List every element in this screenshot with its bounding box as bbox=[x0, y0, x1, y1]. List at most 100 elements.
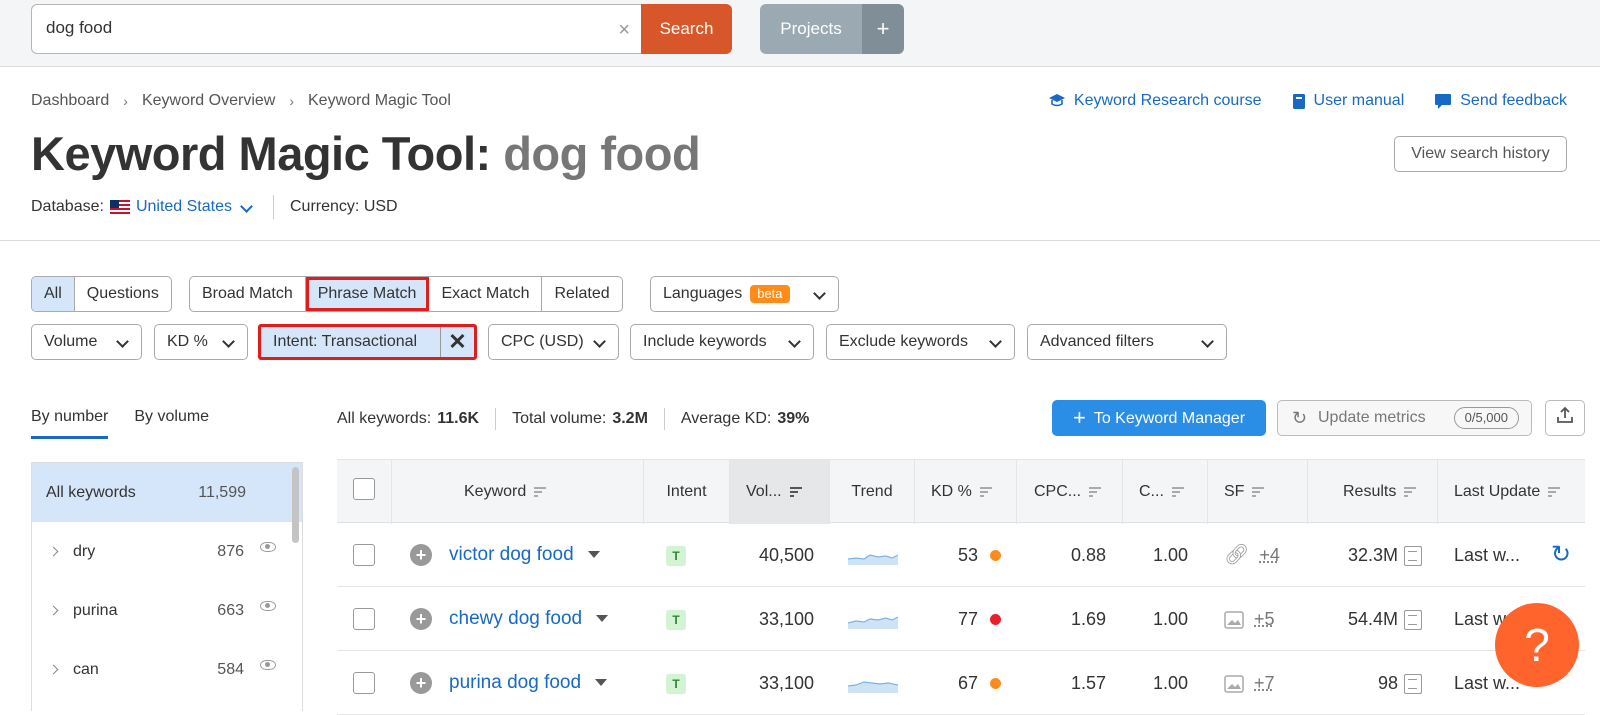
to-keyword-manager-button[interactable]: + To Keyword Manager bbox=[1052, 400, 1266, 436]
tab-all[interactable]: All bbox=[32, 277, 75, 311]
column-competition[interactable]: C... bbox=[1123, 460, 1208, 524]
column-intent: Intent bbox=[644, 460, 730, 524]
refresh-icon[interactable]: ↻ bbox=[1551, 523, 1571, 587]
eye-icon[interactable] bbox=[260, 542, 276, 552]
column-sf[interactable]: SF bbox=[1208, 460, 1308, 524]
serp-icon[interactable] bbox=[1404, 673, 1422, 694]
chevron-right-icon[interactable] bbox=[48, 605, 59, 616]
speech-bubble-icon bbox=[1435, 93, 1452, 109]
sf-more-link[interactable]: +7 bbox=[1254, 673, 1275, 693]
image-icon bbox=[1224, 611, 1244, 629]
search-button[interactable]: Search bbox=[641, 4, 732, 54]
cpc-cell: 0.88 bbox=[1070, 544, 1106, 565]
group-all-keywords[interactable]: All keywords 11,599 bbox=[32, 463, 302, 522]
row-checkbox[interactable] bbox=[353, 671, 375, 694]
cpc-cell: 1.57 bbox=[1070, 672, 1106, 693]
sort-icon[interactable] bbox=[1171, 485, 1184, 499]
database-selector[interactable]: United States bbox=[136, 198, 253, 216]
eye-icon[interactable] bbox=[260, 660, 276, 670]
chevron-right-icon[interactable] bbox=[48, 664, 59, 675]
view-search-history-button[interactable]: View search history bbox=[1394, 136, 1567, 172]
table-header: Keyword Intent Vol... Trend KD % CPC... … bbox=[337, 459, 1585, 524]
update-metrics-button[interactable]: ↻ Update metrics 0/5,000 bbox=[1277, 400, 1532, 436]
caret-down-icon[interactable] bbox=[596, 614, 609, 622]
kd-indicator bbox=[990, 678, 1001, 690]
kd-filter[interactable]: KD % bbox=[154, 324, 248, 360]
select-all-cell bbox=[337, 460, 392, 524]
group-item[interactable]: can 584 bbox=[32, 640, 302, 699]
caret-down-icon[interactable] bbox=[595, 678, 608, 686]
tab-related[interactable]: Related bbox=[542, 277, 621, 311]
keyword-link[interactable]: purina dog food bbox=[449, 651, 608, 715]
serp-icon[interactable] bbox=[1404, 609, 1422, 630]
column-last-update[interactable]: Last Update bbox=[1438, 460, 1585, 524]
languages-dropdown[interactable]: Languages beta bbox=[650, 276, 839, 312]
sort-icon[interactable] bbox=[1404, 485, 1417, 499]
exclude-keywords-filter[interactable]: Exclude keywords bbox=[826, 324, 1015, 360]
chevron-down-icon bbox=[813, 287, 826, 300]
caret-down-icon[interactable] bbox=[587, 550, 600, 558]
serp-icon[interactable] bbox=[1404, 545, 1422, 566]
projects-button[interactable]: Projects bbox=[760, 4, 862, 54]
breadcrumb-dashboard[interactable]: Dashboard bbox=[31, 92, 109, 110]
keyword-text: chewy dog food bbox=[449, 607, 583, 629]
intent-filter[interactable]: Intent: Transactional ✕ bbox=[258, 324, 477, 360]
tab-by-number[interactable]: By number bbox=[31, 408, 109, 439]
user-manual-link[interactable]: User manual bbox=[1292, 92, 1404, 110]
page-title: Keyword Magic Tool: dog food bbox=[31, 126, 701, 181]
add-to-list-icon[interactable]: + bbox=[410, 543, 432, 566]
row-checkbox[interactable] bbox=[353, 607, 375, 630]
column-results[interactable]: Results bbox=[1308, 460, 1438, 524]
keyword-link[interactable]: chewy dog food bbox=[449, 587, 609, 651]
include-keywords-filter[interactable]: Include keywords bbox=[630, 324, 814, 360]
column-kd[interactable]: KD % bbox=[915, 460, 1017, 524]
kd-indicator bbox=[990, 614, 1001, 626]
sf-more-link[interactable]: +4 bbox=[1259, 545, 1280, 565]
clear-icon[interactable]: × bbox=[618, 19, 630, 42]
group-label: dry bbox=[73, 542, 96, 560]
tab-questions[interactable]: Questions bbox=[75, 277, 171, 311]
keyword-research-course-label: Keyword Research course bbox=[1073, 92, 1262, 109]
column-keyword[interactable]: Keyword bbox=[392, 460, 644, 524]
sort-icon[interactable] bbox=[1252, 485, 1265, 499]
search-input[interactable] bbox=[46, 18, 586, 38]
group-item[interactable]: purina 663 bbox=[32, 581, 302, 640]
add-project-button[interactable]: + bbox=[862, 4, 904, 54]
sf-more-link[interactable]: +5 bbox=[1254, 609, 1275, 629]
tab-by-volume[interactable]: By volume bbox=[134, 408, 209, 439]
column-cpc[interactable]: CPC... bbox=[1017, 460, 1123, 524]
add-to-list-icon[interactable]: + bbox=[410, 671, 432, 694]
keyword-link[interactable]: victor dog food bbox=[449, 523, 600, 587]
sort-icon[interactable] bbox=[979, 485, 992, 499]
advanced-filters[interactable]: Advanced filters bbox=[1027, 324, 1227, 360]
sort-icon[interactable] bbox=[789, 485, 802, 499]
sidebar-scrollbar[interactable] bbox=[292, 467, 299, 543]
kd-indicator bbox=[990, 550, 1001, 562]
column-results-label: Results bbox=[1343, 483, 1397, 500]
help-button[interactable]: ? bbox=[1495, 603, 1579, 687]
volume-filter[interactable]: Volume bbox=[31, 324, 142, 360]
last-update-value: Last w... bbox=[1454, 544, 1521, 565]
sort-icon[interactable] bbox=[1548, 485, 1561, 499]
send-feedback-link[interactable]: Send feedback bbox=[1434, 92, 1567, 110]
tab-phrase-match[interactable]: Phrase Match bbox=[305, 277, 430, 311]
chevron-right-icon[interactable] bbox=[48, 546, 59, 557]
select-all-checkbox[interactable] bbox=[353, 478, 375, 500]
export-button[interactable] bbox=[1545, 400, 1585, 436]
keyword-research-course-link[interactable]: Keyword Research course bbox=[1048, 92, 1262, 110]
sort-icon[interactable] bbox=[1089, 485, 1102, 499]
add-to-list-icon[interactable]: + bbox=[410, 607, 432, 630]
row-checkbox[interactable] bbox=[353, 543, 375, 566]
group-item[interactable]: dry 876 bbox=[32, 522, 302, 581]
eye-icon[interactable] bbox=[260, 601, 276, 611]
cpc-filter[interactable]: CPC (USD) bbox=[488, 324, 619, 360]
breadcrumb-keyword-overview[interactable]: Keyword Overview bbox=[142, 92, 275, 110]
remove-filter-icon[interactable]: ✕ bbox=[440, 327, 474, 357]
tab-exact-match[interactable]: Exact Match bbox=[429, 277, 543, 311]
chevron-down-icon bbox=[1201, 335, 1214, 348]
column-volume[interactable]: Vol... bbox=[730, 460, 830, 524]
tab-broad-match[interactable]: Broad Match bbox=[190, 277, 306, 311]
intent-badge: T bbox=[666, 673, 686, 694]
sort-icon[interactable] bbox=[534, 485, 547, 499]
divider bbox=[273, 195, 274, 219]
